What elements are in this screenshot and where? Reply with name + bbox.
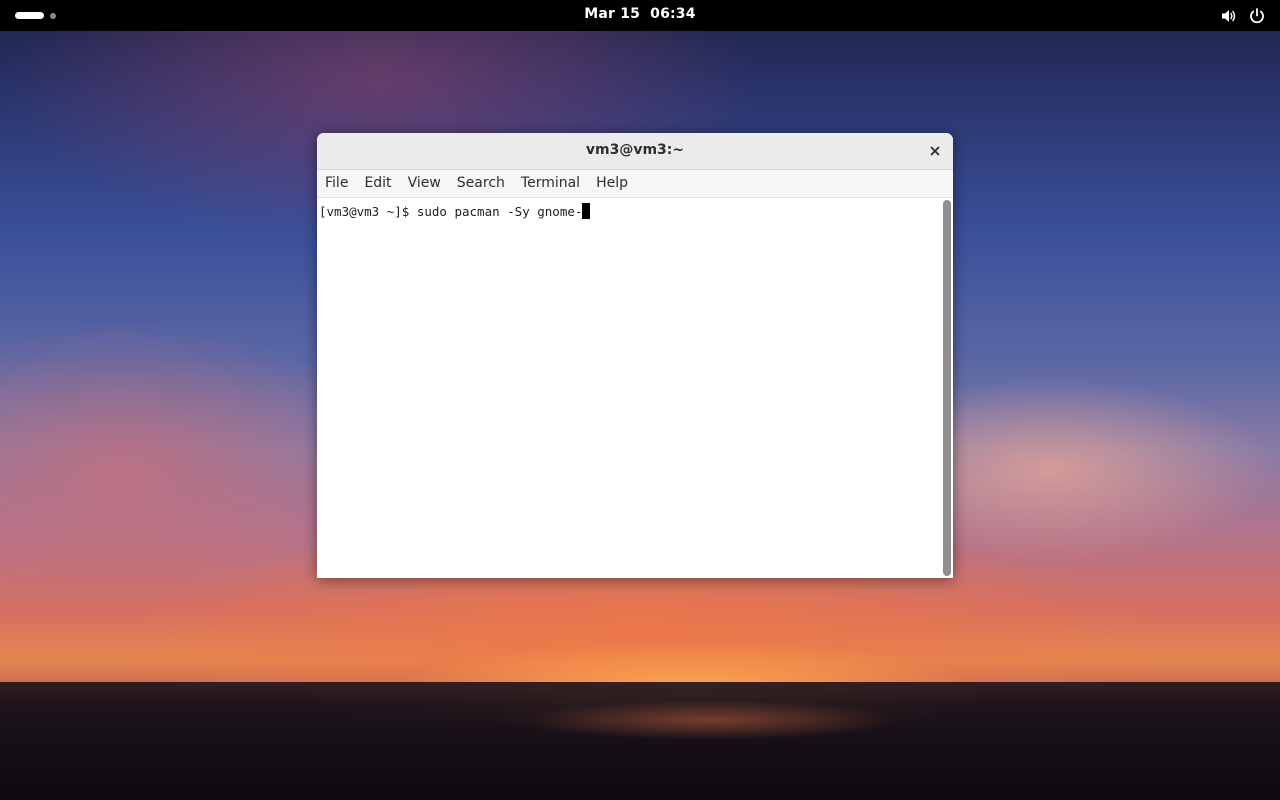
power-icon[interactable] (1248, 7, 1266, 25)
terminal-window[interactable]: vm3@vm3:~ File Edit View Search Terminal… (317, 133, 953, 578)
close-button[interactable] (925, 141, 945, 161)
window-titlebar[interactable]: vm3@vm3:~ (317, 133, 953, 170)
top-bar: Mar 15 06:34 (0, 0, 1280, 31)
wallpaper-glow (520, 700, 900, 740)
scrollbar[interactable] (943, 200, 951, 576)
terminal-area[interactable]: [vm3@vm3 ~]$ sudo pacman -Sy gnome- (317, 198, 953, 578)
terminal-cursor (582, 203, 591, 219)
clock-time: 06:34 (650, 6, 696, 22)
menu-terminal[interactable]: Terminal (513, 170, 588, 197)
menu-search[interactable]: Search (449, 170, 513, 197)
close-icon (930, 146, 940, 156)
menu-bar: File Edit View Search Terminal Help (317, 170, 953, 198)
clock[interactable]: Mar 15 06:34 (0, 6, 1280, 22)
desktop: Mar 15 06:34 vm3@vm3:~ File Edit View Se… (0, 0, 1280, 800)
terminal-prompt: [vm3@vm3 ~]$ (319, 204, 417, 219)
volume-icon[interactable] (1220, 7, 1238, 25)
system-menu[interactable] (1220, 7, 1266, 25)
clock-date: Mar 15 (584, 6, 641, 22)
window-title: vm3@vm3:~ (585, 142, 685, 158)
menu-help[interactable]: Help (588, 170, 636, 197)
menu-edit[interactable]: Edit (356, 170, 399, 197)
terminal-command: sudo pacman -Sy gnome- (416, 204, 583, 219)
scrollbar-thumb[interactable] (943, 200, 951, 576)
menu-file[interactable]: File (317, 170, 356, 197)
terminal-line: [vm3@vm3 ~]$ sudo pacman -Sy gnome- (319, 203, 591, 219)
menu-view[interactable]: View (400, 170, 449, 197)
